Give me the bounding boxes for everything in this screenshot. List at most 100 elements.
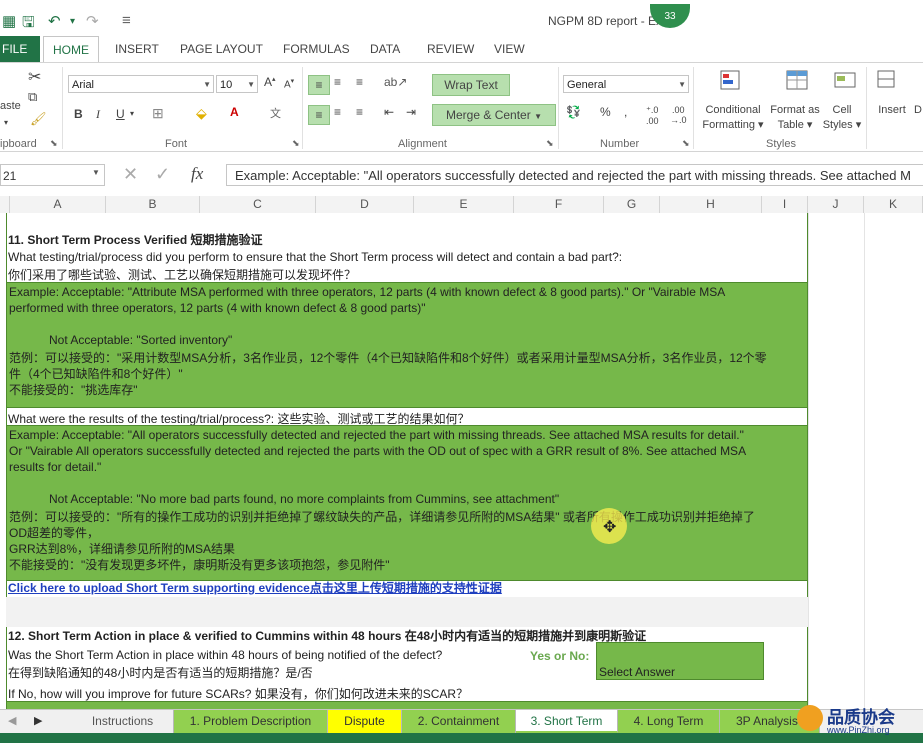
chevron-down-icon[interactable]: ▼ [247, 76, 255, 94]
comma-icon[interactable]: , [624, 105, 627, 119]
tab-page-layout[interactable]: PAGE LAYOUT [180, 42, 263, 56]
column-header-c[interactable]: C [200, 196, 316, 213]
insert-cells-button[interactable]: Insert [874, 103, 910, 118]
paste-button[interactable]: aste [0, 99, 21, 114]
column-header-f[interactable]: F [514, 196, 604, 213]
upload-evidence-link[interactable]: Click here to upload Short Term supporti… [8, 579, 502, 596]
chevron-down-icon[interactable]: ▼ [678, 76, 686, 94]
tab-insert[interactable]: INSERT [115, 42, 159, 56]
save-icon[interactable]: 🖫 [22, 12, 35, 37]
underline-icon[interactable]: U [116, 107, 125, 121]
borders-icon[interactable]: ⊞ [152, 105, 164, 122]
column-header-j[interactable]: J [808, 196, 864, 213]
align-center-icon[interactable]: ≡ [334, 105, 341, 119]
percent-icon[interactable]: % [600, 105, 611, 119]
column-header-a[interactable]: A [10, 196, 106, 213]
format-as-table-icon[interactable] [782, 67, 812, 97]
column-header-e[interactable]: E [414, 196, 514, 213]
underline-dropdown-icon[interactable]: ▾ [130, 109, 134, 118]
fill-color-icon[interactable]: ⬙ [196, 105, 207, 122]
sheet-tab-instructions[interactable]: Instructions [72, 710, 174, 733]
align-right-icon[interactable]: ≡ [356, 105, 363, 119]
insert-cells-icon[interactable] [874, 67, 900, 97]
sheet-tab-containment[interactable]: 2. Containment [402, 710, 516, 733]
currency-icon[interactable]: 💱 [566, 105, 581, 119]
font-name-combo[interactable]: Arial ▼ [68, 75, 214, 93]
cell-styles-icon[interactable] [830, 67, 860, 97]
name-box[interactable]: 21 [0, 164, 105, 186]
undo-icon[interactable]: ↶ [48, 12, 61, 30]
sheet-tab-long-term[interactable]: 4. Long Term [618, 710, 720, 733]
delete-cells-button[interactable]: D [912, 103, 923, 118]
decrease-font-icon[interactable]: A▾ [284, 77, 294, 90]
decrease-indent-icon[interactable]: ⇤ [384, 105, 394, 119]
select-answer-dropdown[interactable]: Select Answer [596, 642, 764, 680]
answer-box-4[interactable] [6, 701, 808, 709]
column-header-b[interactable]: B [106, 196, 200, 213]
bold-icon[interactable]: B [74, 107, 83, 121]
select-all-corner[interactable] [0, 196, 10, 213]
copy-icon[interactable]: ⧉ [28, 89, 37, 105]
tab-formulas[interactable]: FORMULAS [283, 42, 350, 56]
tab-review[interactable]: REVIEW [427, 42, 474, 56]
enter-icon[interactable]: ✓ [155, 164, 170, 185]
cell-styles-button[interactable]: Cell Styles ▾ [820, 103, 864, 133]
align-left-icon[interactable]: ≡ [308, 105, 330, 125]
decrease-decimal-icon[interactable]: .00 →.0 [670, 105, 687, 125]
align-top-icon[interactable]: ≡ [308, 75, 330, 95]
sheet-tab-dispute[interactable]: Dispute [328, 710, 402, 733]
conditional-formatting-icon[interactable] [716, 67, 746, 97]
increase-indent-icon[interactable]: ⇥ [406, 105, 416, 119]
font-size-combo[interactable]: 10 ▼ [216, 75, 258, 93]
clipboard-launcher-icon[interactable]: ⬊ [50, 138, 58, 149]
scroll-right-icon[interactable]: ▶ [34, 714, 42, 727]
format-as-table-button[interactable]: Format as Table ▾ [766, 103, 824, 133]
align-bottom-icon[interactable]: ≡ [356, 75, 363, 89]
tab-home[interactable]: HOME [43, 36, 99, 63]
tab-data[interactable]: DATA [370, 42, 400, 56]
number-launcher-icon[interactable]: ⬊ [682, 138, 690, 149]
answer-box-1[interactable]: Example: Acceptable: "Attribute MSA perf… [6, 282, 808, 408]
alignment-launcher-icon[interactable]: ⬊ [546, 138, 554, 149]
italic-icon[interactable]: I [96, 107, 100, 122]
wrap-text-button[interactable]: Wrap Text [432, 74, 510, 96]
column-header-i[interactable]: I [762, 196, 808, 213]
tab-view[interactable]: VIEW [494, 42, 525, 56]
insert-function-button[interactable]: fx [191, 164, 203, 184]
font-launcher-icon[interactable]: ⬊ [292, 138, 300, 149]
gridline [808, 213, 809, 709]
cut-icon[interactable]: ✂ [28, 67, 41, 87]
orientation-icon[interactable]: ab↗ [384, 75, 407, 89]
increase-font-icon[interactable]: A▴ [264, 75, 276, 89]
conditional-formatting-button[interactable]: Conditional Formatting ▾ [700, 103, 766, 133]
answer-box-2[interactable]: Example: Acceptable: "All operators succ… [6, 425, 808, 581]
font-name-value: Arial [72, 79, 95, 91]
worksheet[interactable]: 11. Short Term Process Verified 短期措施验证 W… [0, 213, 923, 709]
excel-app-icon[interactable]: ▦ [2, 12, 16, 30]
column-header-k[interactable]: K [864, 196, 923, 213]
paste-dropdown-icon[interactable]: ▾ [4, 115, 8, 130]
scroll-left-icon[interactable]: ◀ [8, 714, 16, 727]
chevron-down-icon[interactable]: ▼ [534, 112, 542, 121]
sheet-tab-short-term[interactable]: 3. Short Term [516, 710, 618, 733]
undo-dropdown-icon[interactable]: ▾ [70, 16, 75, 27]
name-box-dropdown-icon[interactable]: ▼ [92, 168, 100, 177]
sheet-tab-problem-description[interactable]: 1. Problem Description [174, 710, 328, 733]
tab-file[interactable]: FILE [0, 36, 40, 62]
merge-center-button[interactable]: Merge & Center ▼ [432, 104, 556, 126]
redo-icon[interactable]: ↷ [86, 12, 99, 30]
formula-input[interactable]: Example: Acceptable: "All operators succ… [226, 164, 923, 186]
phonetic-icon[interactable]: 文 [270, 105, 281, 121]
cancel-icon[interactable]: ✕ [123, 164, 138, 185]
column-header-h[interactable]: H [660, 196, 762, 213]
number-format-combo[interactable]: General ▼ [563, 75, 689, 93]
column-header-g[interactable]: G [604, 196, 660, 213]
customize-toolbar-icon[interactable]: ≡ [122, 12, 131, 29]
answer-2-line: GRR达到8%，详细请参见所附的MSA结果 [9, 542, 236, 556]
font-color-icon[interactable]: A [230, 105, 239, 119]
increase-decimal-icon[interactable]: ⁺.0.00 [646, 105, 659, 126]
align-middle-icon[interactable]: ≡ [334, 75, 341, 89]
chevron-down-icon[interactable]: ▼ [203, 76, 211, 94]
format-painter-icon[interactable]: 🖌 [30, 111, 47, 127]
column-header-d[interactable]: D [316, 196, 414, 213]
